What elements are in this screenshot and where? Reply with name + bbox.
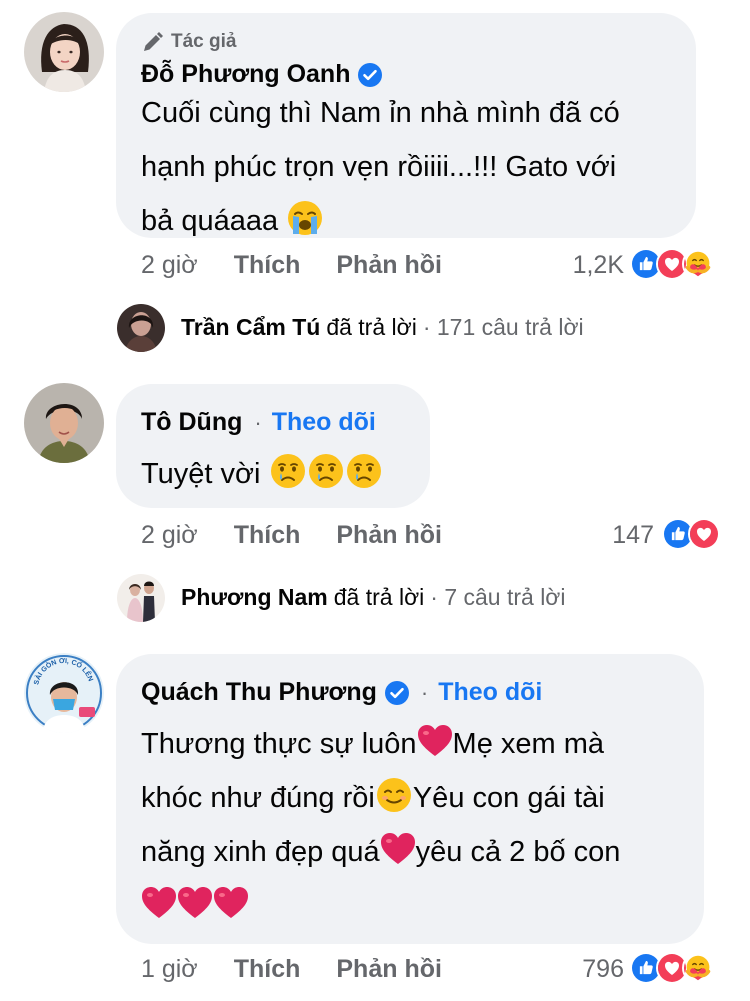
care-reaction-icon [682, 248, 714, 280]
like-button[interactable]: Thích [234, 955, 301, 984]
avatar[interactable] [24, 383, 104, 463]
comment-line: năng xinh đẹp quá [141, 836, 380, 868]
follow-button[interactable]: Theo dõi [438, 678, 542, 707]
author-badge-label: Tác giả [171, 31, 237, 52]
like-button[interactable]: Thích [234, 251, 301, 280]
reaction-icons[interactable] [662, 518, 720, 550]
comment-time[interactable]: 2 giờ [141, 251, 198, 280]
replier-name[interactable]: Trần Cẩm Tú [181, 314, 320, 341]
like-button[interactable]: Thích [234, 521, 301, 550]
reaction-count[interactable]: 147 [560, 521, 654, 550]
comment-line: Tuyệt vời [141, 458, 261, 490]
comment-line: Yêu con gái tài [412, 782, 605, 814]
reaction-icons[interactable] [630, 952, 714, 984]
comment-line: hạnh phúc trọn vẹn rồiiii...!!! Gato với [141, 151, 617, 183]
reaction-count[interactable]: 796 [540, 955, 624, 984]
separator-dot: · [420, 679, 429, 705]
pen-icon [144, 32, 163, 51]
crying-face-icon [308, 453, 344, 489]
red-heart-icon [213, 886, 249, 920]
comment-text: Tuyệt vời [141, 447, 383, 501]
commenter-name[interactable]: Quách Thu Phương [141, 678, 377, 707]
comment-time[interactable]: 1 giờ [141, 955, 198, 984]
reply-button[interactable]: Phản hồi [336, 251, 442, 280]
replier-name[interactable]: Phương Nam [181, 584, 328, 611]
red-heart-icon [141, 886, 177, 920]
red-heart-icon [177, 886, 213, 920]
avatar[interactable] [24, 12, 104, 92]
replied-label: đã trả lời [326, 314, 417, 340]
love-reaction-icon [688, 518, 720, 550]
view-replies-link[interactable]: Phương Nam đã trả lời · 7 câu trả lời [181, 584, 566, 611]
comment-time[interactable]: 2 giờ [141, 521, 198, 550]
replied-label: đã trả lời [333, 584, 425, 610]
crying-face-icon [270, 453, 306, 489]
avatar[interactable] [117, 304, 165, 352]
avatar[interactable]: SÀI GÒN ƠI, CỐ LÊN [24, 653, 104, 733]
avatar[interactable] [117, 574, 165, 622]
comment-line: bả quáaaa [141, 205, 279, 237]
care-reaction-icon [682, 952, 714, 984]
comment-line: Mẹ xem mà [452, 728, 605, 760]
author-badge: Tác giả [141, 30, 236, 54]
reply-button[interactable]: Phản hồi [336, 955, 442, 984]
reply-count[interactable]: · 7 câu trả lời [430, 584, 565, 611]
loudly-crying-face-icon [287, 200, 323, 236]
comment-line: Cuối cùng thì Nam ỉn nhà mình đã có [141, 97, 620, 129]
smiling-face-icon [376, 777, 412, 813]
red-heart-icon [380, 832, 416, 866]
reply-count[interactable]: · 171 câu trả lời [423, 314, 584, 341]
commenter-name[interactable]: Tô Dũng [141, 408, 242, 437]
comment-line: Thương thực sự luôn [141, 728, 417, 760]
reply-button[interactable]: Phản hồi [336, 521, 442, 550]
verified-badge-icon [358, 63, 382, 87]
reaction-count[interactable]: 1,2K [520, 251, 624, 280]
commenter-name[interactable]: Đỗ Phương Oanh [141, 60, 350, 89]
reaction-icons[interactable] [630, 248, 714, 280]
view-replies-link[interactable]: Trần Cẩm Tú đã trả lời · 171 câu trả lời [181, 314, 584, 341]
crying-face-icon [346, 453, 382, 489]
verified-badge-icon [385, 681, 409, 705]
comment-line: yêu cả 2 bố con [415, 836, 621, 868]
separator-dot: · [254, 409, 262, 435]
comment-line: khóc như đúng rồi [141, 782, 375, 814]
comment-text: Thương thực sự luôn Mẹ xem mà khóc như đú… [141, 717, 620, 933]
red-heart-icon [417, 724, 453, 758]
follow-button[interactable]: Theo dõi [272, 408, 376, 437]
comment-text: Cuối cùng thì Nam ỉn nhà mình đã có hạnh… [141, 86, 620, 248]
